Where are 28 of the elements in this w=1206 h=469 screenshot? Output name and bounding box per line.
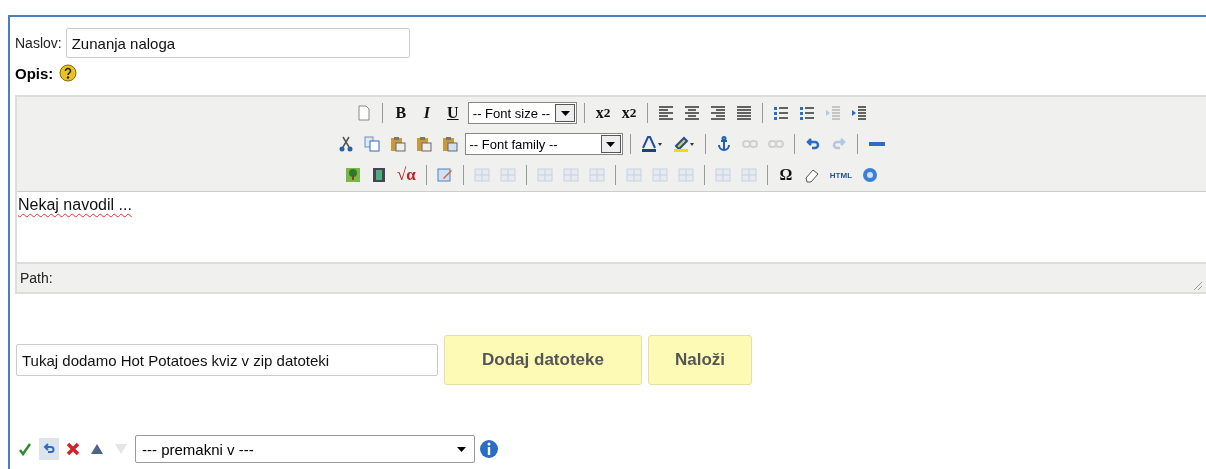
move-up-icon [90, 442, 104, 456]
format-button[interactable]: √α [393, 163, 419, 187]
path-label: Path: [20, 270, 53, 286]
move-select[interactable]: --- premakni v --- [135, 435, 475, 463]
file-field[interactable]: Tukaj dodamo Hot Potatoes kviz v zip datoteki [16, 344, 438, 376]
dropdown-arrow-icon [457, 446, 466, 452]
format-button[interactable]: U [441, 101, 464, 125]
add-files-button[interactable]: Dodaj datoteke [444, 335, 642, 385]
font-select[interactable]: -- Font family -- [464, 133, 623, 155]
title-field[interactable]: Zunanja naloga [65, 28, 410, 58]
move-down-icon [114, 442, 128, 456]
font-select[interactable]: -- Font size -- [467, 102, 578, 124]
revert-button[interactable] [39, 438, 59, 460]
format-button[interactable]: I [415, 101, 438, 125]
format-button[interactable]: HTML [826, 163, 855, 187]
dropdown-arrow-icon [606, 141, 615, 147]
resize-grip-icon[interactable] [1192, 280, 1202, 290]
description-label: Opis: [15, 64, 54, 82]
info-icon[interactable] [479, 439, 499, 459]
delete-icon [66, 442, 80, 456]
undo-icon [42, 442, 56, 456]
check-icon [18, 442, 32, 456]
format-button[interactable]: Ω [774, 163, 797, 187]
dropdown-arrow-icon [560, 110, 570, 116]
format-button[interactable]: B [389, 101, 412, 125]
title-label: Naslov: [15, 35, 62, 51]
upload-button[interactable]: Naloži [648, 335, 753, 385]
editor-text: Nekaj navodil ... [18, 196, 132, 213]
